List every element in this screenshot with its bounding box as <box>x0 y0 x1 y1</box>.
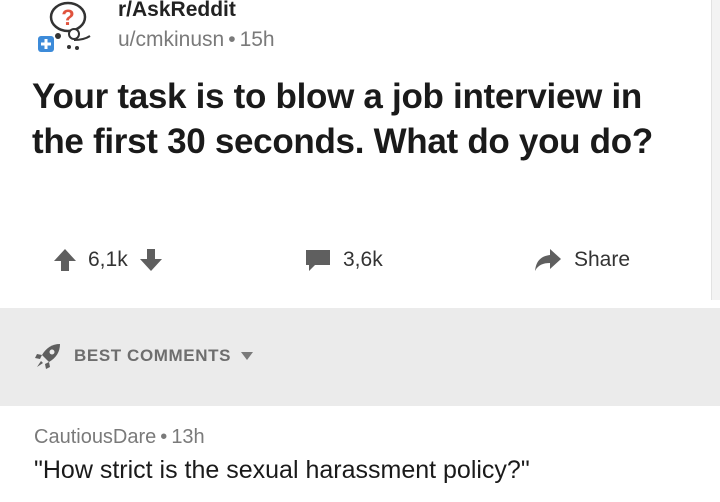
sort-dropdown[interactable]: BEST COMMENTS <box>34 342 254 370</box>
post-card: ? r/AskReddit u/cmkinusn • 15h Your task i… <box>0 0 720 308</box>
vote-group: 6,1k <box>52 240 164 280</box>
comment-age: 13h <box>171 426 205 448</box>
subreddit-name[interactable]: r/AskReddit <box>118 0 236 22</box>
comment-meta: CautiousDare • 13h <box>34 426 205 449</box>
meta-separator: • <box>228 28 236 51</box>
comments-button[interactable]: 3,6k <box>305 240 383 280</box>
meta-separator: • <box>160 426 168 448</box>
post-meta: u/cmkinusn • 15h <box>118 28 275 52</box>
comment-count: 3,6k <box>343 248 383 271</box>
sort-label: BEST COMMENTS <box>74 346 232 365</box>
share-button[interactable]: Share <box>534 240 630 280</box>
comment-author[interactable]: CautiousDare <box>34 426 156 448</box>
askreddit-snoo-icon[interactable]: ? <box>36 0 100 56</box>
scrollbar[interactable] <box>711 0 720 300</box>
post-actions: 6,1k 3,6k Share <box>0 240 720 280</box>
share-label: Share <box>574 248 631 271</box>
chevron-down-icon <box>241 352 254 360</box>
arrow-up-icon[interactable] <box>52 247 78 273</box>
vote-score: 6,1k <box>88 248 128 271</box>
post-title[interactable]: Your task is to blow a job interview in … <box>32 74 672 164</box>
arrow-down-icon[interactable] <box>138 247 164 273</box>
post-author[interactable]: u/cmkinusn <box>118 28 224 51</box>
share-arrow-icon <box>535 249 561 271</box>
comment-item: CautiousDare • 13h "How strict is the sexu… <box>0 406 720 502</box>
svg-text:?: ? <box>61 5 74 30</box>
comment-body: "How strict is the sexual harassment pol… <box>34 456 530 484</box>
rocket-icon <box>35 344 60 369</box>
post-age: 15h <box>239 28 275 51</box>
speech-bubble-icon <box>306 250 330 271</box>
comments-header: BEST COMMENTS <box>0 308 720 406</box>
